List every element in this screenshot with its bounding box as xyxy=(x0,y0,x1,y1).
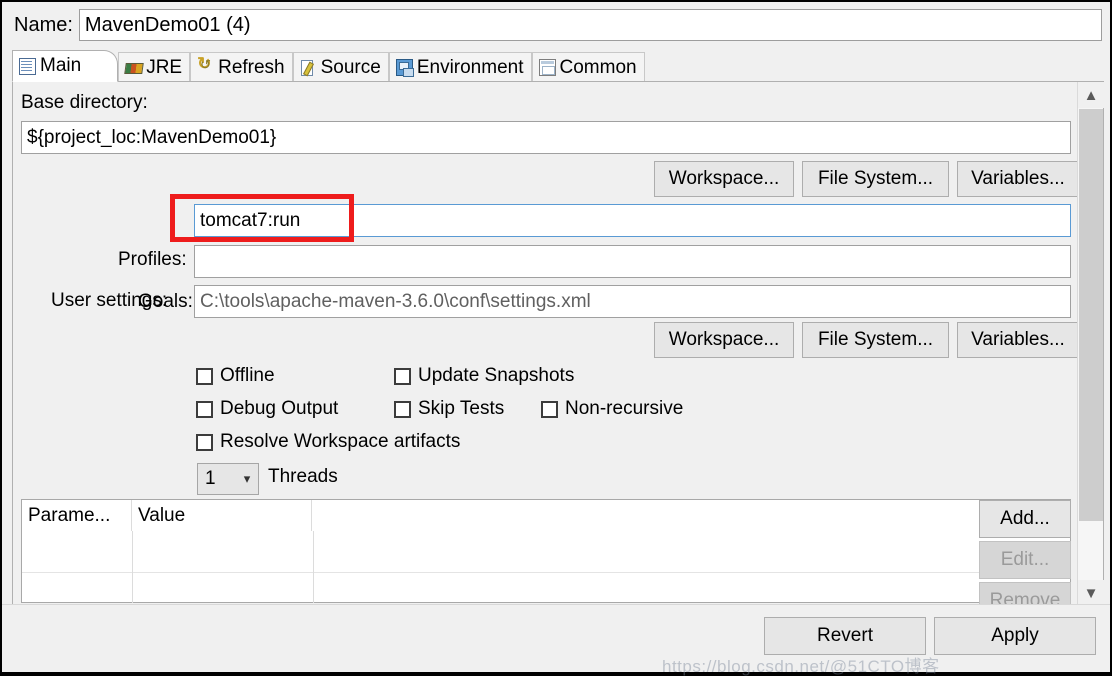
apply-button[interactable]: Apply xyxy=(934,617,1096,655)
scroll-down-arrow-icon[interactable]: ▼ xyxy=(1078,580,1104,606)
tab-source-label: Source xyxy=(321,57,381,79)
checkbox-resolve-workspace-artifacts-label: Resolve Workspace artifacts xyxy=(220,431,460,453)
user-settings-variables-button[interactable]: Variables... xyxy=(957,322,1079,358)
checkbox-debug-output-box[interactable] xyxy=(196,401,213,418)
footer-divider xyxy=(2,604,1110,605)
add-parameter-button[interactable]: Add... xyxy=(979,500,1071,538)
checkbox-debug-output[interactable]: Debug Output xyxy=(196,398,338,420)
profiles-label: Profiles: xyxy=(118,249,187,271)
scroll-up-arrow-icon[interactable]: ▲ xyxy=(1078,82,1104,108)
table-row-divider xyxy=(22,572,1070,573)
goals-field[interactable]: tomcat7:run xyxy=(194,204,1071,237)
revert-button[interactable]: Revert xyxy=(764,617,926,655)
tab-common-label: Common xyxy=(560,57,637,79)
checkbox-skip-tests-box[interactable] xyxy=(394,401,411,418)
checkbox-offline-box[interactable] xyxy=(196,368,213,385)
checkbox-skip-tests[interactable]: Skip Tests xyxy=(394,398,504,420)
tab-jre-label: JRE xyxy=(146,57,182,79)
watermark: https://blog.csdn.net/@51CTO博客 xyxy=(662,652,940,676)
checkbox-non-recursive[interactable]: Non-recursive xyxy=(541,398,683,420)
checkbox-offline[interactable]: Offline xyxy=(196,365,275,387)
checkbox-update-snapshots[interactable]: Update Snapshots xyxy=(394,365,574,387)
tab-environment[interactable]: Environment xyxy=(389,52,532,82)
user-settings-workspace-button[interactable]: Workspace... xyxy=(654,322,794,358)
column-header-extra[interactable] xyxy=(312,500,1070,531)
base-directory-workspace-button[interactable]: Workspace... xyxy=(654,161,794,197)
checkbox-resolve-workspace-artifacts[interactable]: Resolve Workspace artifacts xyxy=(196,431,460,453)
edit-parameter-button: Edit... xyxy=(979,541,1071,579)
monitor-icon xyxy=(396,59,413,76)
window-icon xyxy=(539,59,556,76)
table-column-divider-2 xyxy=(313,531,314,603)
main-tab-panel: Base directory: ${project_loc:MavenDemo0… xyxy=(12,81,1104,607)
checkbox-offline-label: Offline xyxy=(220,365,275,387)
threads-label: Threads xyxy=(268,466,338,488)
tab-common[interactable]: Common xyxy=(532,52,645,82)
tab-main-label: Main xyxy=(40,55,81,77)
user-settings-file-system-button[interactable]: File System... xyxy=(802,322,949,358)
column-header-parameter[interactable]: Parame... xyxy=(22,500,132,531)
checkbox-skip-tests-label: Skip Tests xyxy=(418,398,504,420)
checkbox-non-recursive-box[interactable] xyxy=(541,401,558,418)
refresh-icon xyxy=(197,59,214,76)
tab-jre[interactable]: JRE xyxy=(118,52,190,82)
checkbox-debug-output-label: Debug Output xyxy=(220,398,338,420)
main-panel-scrollbar[interactable]: ▲ ▼ xyxy=(1077,82,1103,606)
name-row: Name: MavenDemo01 (4) xyxy=(2,2,1110,48)
scrollbar-thumb[interactable] xyxy=(1079,109,1103,521)
run-configuration-dialog: Name: MavenDemo01 (4) Main JRE Refresh S… xyxy=(0,0,1112,676)
profiles-field[interactable] xyxy=(194,245,1071,278)
source-pencil-icon xyxy=(300,59,317,76)
remove-parameter-button: Remove xyxy=(979,582,1071,606)
books-icon xyxy=(125,59,142,76)
user-settings-label: User settings: xyxy=(51,290,167,312)
base-directory-label: Base directory: xyxy=(21,92,148,114)
document-icon xyxy=(19,58,36,75)
user-settings-field[interactable]: C:\tools\apache-maven-3.6.0\conf\setting… xyxy=(194,285,1071,318)
checkbox-resolve-workspace-artifacts-box[interactable] xyxy=(196,434,213,451)
tab-refresh-label: Refresh xyxy=(218,57,285,79)
chevron-down-icon: ▾ xyxy=(236,471,258,487)
parameters-table-header: Parame... Value xyxy=(22,500,1070,531)
column-header-value[interactable]: Value xyxy=(132,500,312,531)
base-directory-variables-button[interactable]: Variables... xyxy=(957,161,1079,197)
tab-main[interactable]: Main xyxy=(12,50,118,82)
configuration-name-input[interactable]: MavenDemo01 (4) xyxy=(79,9,1102,41)
main-scroll-area: Base directory: ${project_loc:MavenDemo0… xyxy=(13,82,1079,606)
tab-environment-label: Environment xyxy=(417,57,524,79)
threads-combo[interactable]: 1 ▾ xyxy=(197,463,259,495)
name-label: Name: xyxy=(14,14,73,37)
checkbox-non-recursive-label: Non-recursive xyxy=(565,398,683,420)
checkbox-update-snapshots-label: Update Snapshots xyxy=(418,365,574,387)
tab-strip: Main JRE Refresh Source Environment Comm… xyxy=(12,50,1110,82)
parameters-table[interactable]: Parame... Value xyxy=(21,499,1071,603)
tab-source[interactable]: Source xyxy=(293,52,389,82)
dialog-footer: Revert Apply xyxy=(2,604,1110,672)
table-column-divider-1 xyxy=(132,531,133,603)
threads-combo-value: 1 xyxy=(205,468,236,490)
base-directory-file-system-button[interactable]: File System... xyxy=(802,161,949,197)
checkbox-update-snapshots-box[interactable] xyxy=(394,368,411,385)
tab-refresh[interactable]: Refresh xyxy=(190,52,293,82)
base-directory-input[interactable]: ${project_loc:MavenDemo01} xyxy=(21,121,1071,154)
